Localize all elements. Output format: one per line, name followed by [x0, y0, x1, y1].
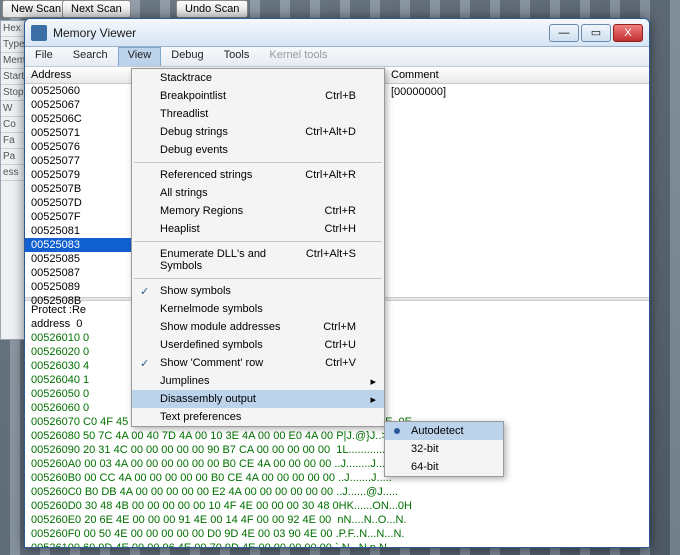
radio-dot-icon	[394, 428, 400, 434]
checkmark-icon: ✓	[140, 285, 149, 298]
menu-item-label: Kernelmode symbols	[160, 303, 263, 315]
menu-item-label: Userdefined symbols	[160, 339, 263, 351]
submenu-item[interactable]: Autodetect	[385, 422, 503, 440]
menu-item-shortcut: Ctrl+Alt+R	[305, 169, 356, 181]
menu-item[interactable]: All strings	[132, 184, 384, 202]
menu-item-label: Show 'Comment' row	[160, 357, 263, 369]
menu-item[interactable]: Jumplines ▸	[132, 372, 384, 390]
menu-item[interactable]: Stacktrace	[132, 69, 384, 87]
disassembly-output-submenu: Autodetect 32-bit 64-bit	[384, 421, 504, 477]
menu-item[interactable]: Referenced strings Ctrl+Alt+R	[132, 166, 384, 184]
submenu-item-label: 64-bit	[411, 461, 439, 473]
menu-item[interactable]: Show module addresses Ctrl+M	[132, 318, 384, 336]
menu-item-label: Debug events	[160, 144, 228, 156]
submenu-item-label: Autodetect	[411, 425, 464, 437]
menu-item[interactable]: Debug events	[132, 141, 384, 159]
menu-item[interactable]: Memory Regions Ctrl+R	[132, 202, 384, 220]
menu-item-label: Disassembly output	[160, 393, 256, 405]
menu-item-label: Debug strings	[160, 126, 228, 138]
hex-row[interactable]: 005260C0 B0 DB 4A 00 00 00 00 00 E2 4A 0…	[31, 485, 643, 499]
menu-item-shortcut: Ctrl+R	[325, 205, 356, 217]
menu-item-label: Enumerate DLL's and Symbols	[160, 248, 306, 272]
menu-kernel-tools[interactable]: Kernel tools	[259, 47, 337, 66]
menu-separator	[134, 241, 382, 242]
menu-item-shortcut: Ctrl+B	[325, 90, 356, 102]
menu-search[interactable]: Search	[63, 47, 118, 66]
menu-item-shortcut: Ctrl+M	[323, 321, 356, 333]
hex-row[interactable]: 00526100 60 9D 4E 00 00 96 4E 00 70 9D 4…	[31, 541, 643, 547]
submenu-item[interactable]: 64-bit	[385, 458, 503, 476]
submenu-item-label: 32-bit	[411, 443, 439, 455]
menu-item[interactable]: Disassembly output ▸	[132, 390, 384, 408]
menu-tools[interactable]: Tools	[214, 47, 260, 66]
menu-item[interactable]: ✓ Show symbols	[132, 282, 384, 300]
menu-item-shortcut: Ctrl+Alt+D	[305, 126, 356, 138]
hex-row[interactable]: 005260F0 00 50 4E 00 00 00 00 00 D0 9D 4…	[31, 527, 643, 541]
menu-separator	[134, 162, 382, 163]
menu-item-label: Heaplist	[160, 223, 200, 235]
menu-item-shortcut: Ctrl+V	[325, 357, 356, 369]
menu-item[interactable]: Threadlist	[132, 105, 384, 123]
comment-header[interactable]: Comment	[385, 67, 649, 84]
hex-row[interactable]: 00526090 20 31 4C 00 00 00 00 00 90 B7 C…	[31, 443, 643, 457]
menu-item-label: Threadlist	[160, 108, 208, 120]
view-dropdown-menu: Stacktrace Breakpointlist Ctrl+B Threadlist…	[131, 68, 385, 427]
close-button[interactable]: X	[613, 24, 643, 42]
menu-item[interactable]: Debug strings Ctrl+Alt+D	[132, 123, 384, 141]
menu-view[interactable]: View	[118, 47, 162, 66]
menu-item-shortcut: Ctrl+Alt+S	[306, 248, 356, 272]
hex-row[interactable]: 005260D0 30 48 4B 00 00 00 00 00 10 4F 4…	[31, 499, 643, 513]
menu-item-label: Breakpointlist	[160, 90, 226, 102]
hex-row[interactable]: 005260E0 20 6E 4E 00 00 00 91 4E 00 14 4…	[31, 513, 643, 527]
menu-item[interactable]: Text preferences	[132, 408, 384, 426]
submenu-item[interactable]: 32-bit	[385, 440, 503, 458]
menu-item-shortcut: Ctrl+U	[325, 339, 356, 351]
menu-item[interactable]: Heaplist Ctrl+H	[132, 220, 384, 238]
menu-item[interactable]: Breakpointlist Ctrl+B	[132, 87, 384, 105]
window-title: Memory Viewer	[53, 26, 549, 40]
menu-item-label: All strings	[160, 187, 208, 199]
menu-item-label: Show symbols	[160, 285, 231, 297]
menu-item[interactable]: Kernelmode symbols	[132, 300, 384, 318]
menu-item-label: Jumplines	[160, 375, 210, 387]
comment-value: [00000000]	[385, 84, 649, 100]
minimize-button[interactable]: —	[549, 24, 579, 42]
next-scan-button[interactable]: Next Scan	[62, 0, 131, 18]
app-icon	[31, 25, 47, 41]
menu-separator	[134, 278, 382, 279]
menu-item-shortcut: Ctrl+H	[325, 223, 356, 235]
titlebar[interactable]: Memory Viewer — ▭ X	[25, 19, 649, 47]
undo-scan-button[interactable]: Undo Scan	[176, 0, 248, 18]
menu-item-label: Stacktrace	[160, 72, 212, 84]
maximize-button[interactable]: ▭	[581, 24, 611, 42]
menu-item[interactable]: ✓ Show 'Comment' row Ctrl+V	[132, 354, 384, 372]
menu-item-label: Memory Regions	[160, 205, 243, 217]
submenu-arrow-icon: ▸	[370, 375, 376, 388]
submenu-arrow-icon: ▸	[370, 393, 376, 406]
hex-row[interactable]: 00526080 50 7C 4A 00 40 7D 4A 00 10 3E 4…	[31, 429, 643, 443]
hex-row[interactable]: 005260A0 00 03 4A 00 00 00 00 00 00 B0 C…	[31, 457, 643, 471]
new-scan-button[interactable]: New Scan	[2, 0, 70, 18]
menu-item[interactable]: Enumerate DLL's and SymbolsCtrl+Alt+S	[132, 245, 384, 275]
menu-item-label: Text preferences	[160, 411, 241, 423]
menu-debug[interactable]: Debug	[161, 47, 213, 66]
menubar: File Search View Debug Tools Kernel tool…	[25, 47, 649, 67]
menu-item-label: Referenced strings	[160, 169, 252, 181]
menu-file[interactable]: File	[25, 47, 63, 66]
hex-row[interactable]: 005260B0 00 CC 4A 00 00 00 00 00 B0 CE 4…	[31, 471, 643, 485]
comment-column: Comment [00000000]	[385, 67, 649, 297]
menu-item-label: Show module addresses	[160, 321, 280, 333]
menu-item[interactable]: Userdefined symbols Ctrl+U	[132, 336, 384, 354]
checkmark-icon: ✓	[140, 357, 149, 370]
